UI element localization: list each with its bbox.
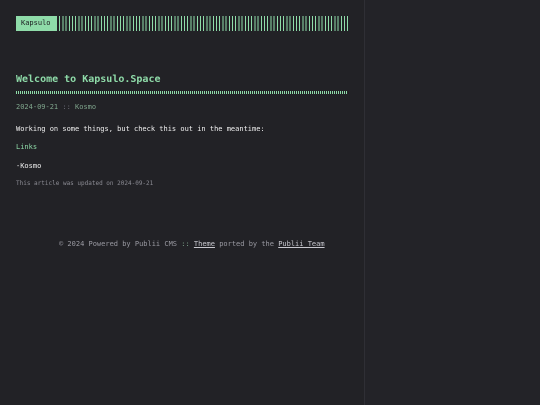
- site-footer: © 2024 Powered by Publii CMS :: Theme po…: [59, 239, 325, 249]
- updated-note: This article was updated on 2024-09-21: [16, 180, 154, 187]
- post-date: 2024-09-21: [16, 103, 59, 111]
- post-author[interactable]: Kosmo: [75, 103, 96, 111]
- links-link[interactable]: Links: [16, 142, 37, 152]
- meta-separator: ::: [62, 103, 71, 111]
- title-divider: [16, 91, 348, 94]
- header-decoration-bars: [56, 16, 348, 31]
- footer-copyright: © 2024 Powered by Publii CMS: [59, 240, 178, 248]
- site-logo-link[interactable]: Kapsulo: [16, 16, 56, 31]
- post-title: Welcome to Kapsulo.Space: [16, 74, 161, 85]
- footer-ported-by: ported by the: [219, 240, 274, 248]
- publii-team-link[interactable]: Publii Team: [278, 240, 324, 248]
- post-signature: -Kosmo: [16, 162, 42, 170]
- post-body-text: Working on some things, but check this o…: [16, 125, 265, 133]
- site-header: Kapsulo: [16, 16, 348, 31]
- footer-separator: ::: [181, 240, 190, 248]
- theme-link[interactable]: Theme: [194, 240, 215, 248]
- post-meta: 2024-09-21 :: Kosmo: [16, 102, 96, 112]
- right-panel: [364, 0, 540, 405]
